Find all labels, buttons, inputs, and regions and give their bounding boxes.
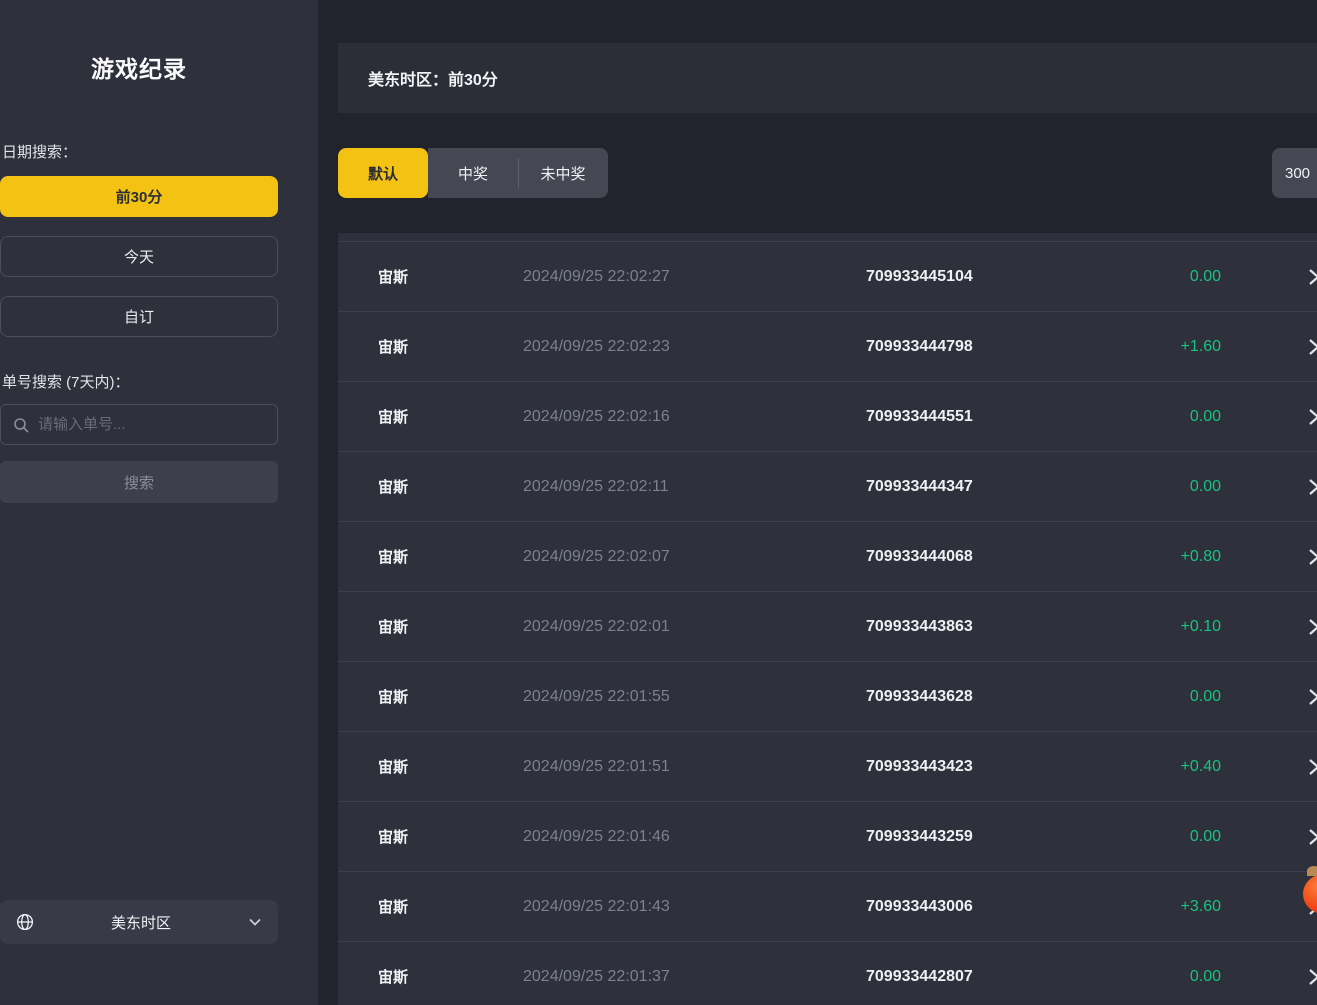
row-chevron-right-icon[interactable]: [1306, 548, 1317, 566]
page-size-button[interactable]: 300: [1272, 148, 1317, 198]
date-filter-last30min-label: 前30分: [116, 186, 163, 207]
records-rows: 宙斯 2024/09/25 22:02:27 709933445104 0.00…: [338, 241, 1317, 1005]
row-timestamp: 2024/09/25 22:02:16: [523, 408, 866, 426]
row-amount: 0.00: [1101, 478, 1221, 496]
row-order-number: 709933443259: [866, 828, 1101, 846]
row-order-number: 709933443423: [866, 758, 1101, 776]
filter-tabs: 默认 中奖 未中奖: [338, 148, 608, 198]
row-amount: 0.00: [1101, 688, 1221, 706]
row-chevron-right-icon[interactable]: [1306, 268, 1317, 286]
row-order-number: 709933443006: [866, 898, 1101, 916]
table-row[interactable]: 宙斯 2024/09/25 22:01:43 709933443006 +3.6…: [338, 871, 1317, 941]
date-filter-today-label: 今天: [124, 246, 154, 267]
row-chevron-right-icon[interactable]: [1306, 968, 1317, 986]
row-chevron-right-icon[interactable]: [1306, 408, 1317, 426]
row-order-number: 709933444068: [866, 548, 1101, 566]
row-timestamp: 2024/09/25 22:01:55: [523, 688, 866, 706]
records-header-text: 美东时区：前30分: [368, 66, 498, 90]
row-game-name: 宙斯: [378, 406, 523, 427]
row-order-number: 709933442807: [866, 968, 1101, 986]
records-header-panel: 美东时区：前30分: [338, 43, 1317, 113]
row-game-name: 宙斯: [378, 896, 523, 917]
date-filter-last30min-button[interactable]: 前30分: [0, 176, 278, 217]
row-timestamp: 2024/09/25 22:02:11: [523, 478, 866, 496]
table-row[interactable]: 宙斯 2024/09/25 22:01:46 709933443259 0.00: [338, 801, 1317, 871]
row-game-name: 宙斯: [378, 826, 523, 847]
row-order-number: 709933443863: [866, 618, 1101, 636]
row-timestamp: 2024/09/25 22:01:46: [523, 828, 866, 846]
row-order-number: 709933445104: [866, 268, 1101, 286]
date-search-label: 日期搜索：: [2, 141, 77, 162]
globe-icon: [16, 913, 34, 931]
timezone-selector[interactable]: 美东时区: [0, 900, 278, 944]
row-amount: 0.00: [1101, 968, 1221, 986]
row-chevron-right-icon[interactable]: [1306, 618, 1317, 636]
row-order-number: 709933444551: [866, 408, 1101, 426]
order-search-box: [0, 404, 278, 445]
table-row[interactable]: 宙斯 2024/09/25 22:02:07 709933444068 +0.8…: [338, 521, 1317, 591]
row-timestamp: 2024/09/25 22:02:01: [523, 618, 866, 636]
page-title: 游戏纪录: [0, 50, 278, 84]
table-row[interactable]: 宙斯 2024/09/25 22:02:27 709933445104 0.00: [338, 241, 1317, 311]
row-timestamp: 2024/09/25 22:02:07: [523, 548, 866, 566]
row-amount: 0.00: [1101, 828, 1221, 846]
row-chevron-right-icon[interactable]: [1306, 338, 1317, 356]
row-chevron-right-icon[interactable]: [1306, 478, 1317, 496]
row-chevron-right-icon[interactable]: [1306, 828, 1317, 846]
row-game-name: 宙斯: [378, 546, 523, 567]
row-chevron-right-icon[interactable]: [1306, 758, 1317, 776]
partial-row-sliver: [338, 233, 1317, 241]
table-row[interactable]: 宙斯 2024/09/25 22:02:16 709933444551 0.00: [338, 381, 1317, 451]
table-row[interactable]: 宙斯 2024/09/25 22:02:23 709933444798 +1.6…: [338, 311, 1317, 381]
row-amount: +0.80: [1101, 548, 1221, 566]
tab-default[interactable]: 默认: [338, 148, 428, 198]
row-amount: +1.60: [1101, 338, 1221, 356]
row-order-number: 709933444798: [866, 338, 1101, 356]
chevron-down-icon: [248, 917, 262, 927]
row-timestamp: 2024/09/25 22:01:37: [523, 968, 866, 986]
row-amount: 0.00: [1101, 268, 1221, 286]
table-row[interactable]: 宙斯 2024/09/25 22:01:55 709933443628 0.00: [338, 661, 1317, 731]
row-amount: +3.60: [1101, 898, 1221, 916]
timezone-label: 美东时区: [34, 912, 248, 933]
tab-win-label: 中奖: [458, 163, 488, 184]
date-filter-custom-label: 自订: [124, 306, 154, 327]
row-order-number: 709933443628: [866, 688, 1101, 706]
search-button[interactable]: 搜索: [0, 461, 278, 503]
table-row[interactable]: 宙斯 2024/09/25 22:01:37 709933442807 0.00: [338, 941, 1317, 1005]
table-row[interactable]: 宙斯 2024/09/25 22:02:01 709933443863 +0.1…: [338, 591, 1317, 661]
row-amount: +0.40: [1101, 758, 1221, 776]
date-filter-today-button[interactable]: 今天: [0, 236, 278, 277]
tab-default-label: 默认: [368, 163, 398, 184]
date-filter-custom-button[interactable]: 自订: [0, 296, 278, 337]
search-icon: [13, 417, 29, 433]
row-game-name: 宙斯: [378, 966, 523, 987]
row-game-name: 宙斯: [378, 616, 523, 637]
row-order-number: 709933444347: [866, 478, 1101, 496]
tab-no-win-label: 未中奖: [540, 163, 585, 184]
row-game-name: 宙斯: [378, 686, 523, 707]
row-game-name: 宙斯: [378, 476, 523, 497]
row-timestamp: 2024/09/25 22:01:43: [523, 898, 866, 916]
row-timestamp: 2024/09/25 22:02:27: [523, 268, 866, 286]
table-row[interactable]: 宙斯 2024/09/25 22:01:51 709933443423 +0.4…: [338, 731, 1317, 801]
row-game-name: 宙斯: [378, 336, 523, 357]
row-amount: 0.00: [1101, 408, 1221, 426]
order-search-label: 单号搜索 (7天内)：: [2, 371, 130, 392]
row-timestamp: 2024/09/25 22:02:23: [523, 338, 866, 356]
row-amount: +0.10: [1101, 618, 1221, 636]
row-chevron-right-icon[interactable]: [1306, 688, 1317, 706]
records-table: 宙斯 2024/09/25 22:02:27 709933445104 0.00…: [338, 233, 1317, 1005]
tab-no-win[interactable]: 未中奖: [518, 148, 608, 198]
order-search-input[interactable]: [38, 416, 265, 433]
row-game-name: 宙斯: [378, 756, 523, 777]
sidebar: 游戏纪录 日期搜索： 前30分 今天 自订 单号搜索 (7天内)： 搜索 美东时…: [0, 0, 318, 1005]
table-row[interactable]: 宙斯 2024/09/25 22:02:11 709933444347 0.00: [338, 451, 1317, 521]
row-game-name: 宙斯: [378, 266, 523, 287]
tab-win[interactable]: 中奖: [428, 148, 518, 198]
row-timestamp: 2024/09/25 22:01:51: [523, 758, 866, 776]
